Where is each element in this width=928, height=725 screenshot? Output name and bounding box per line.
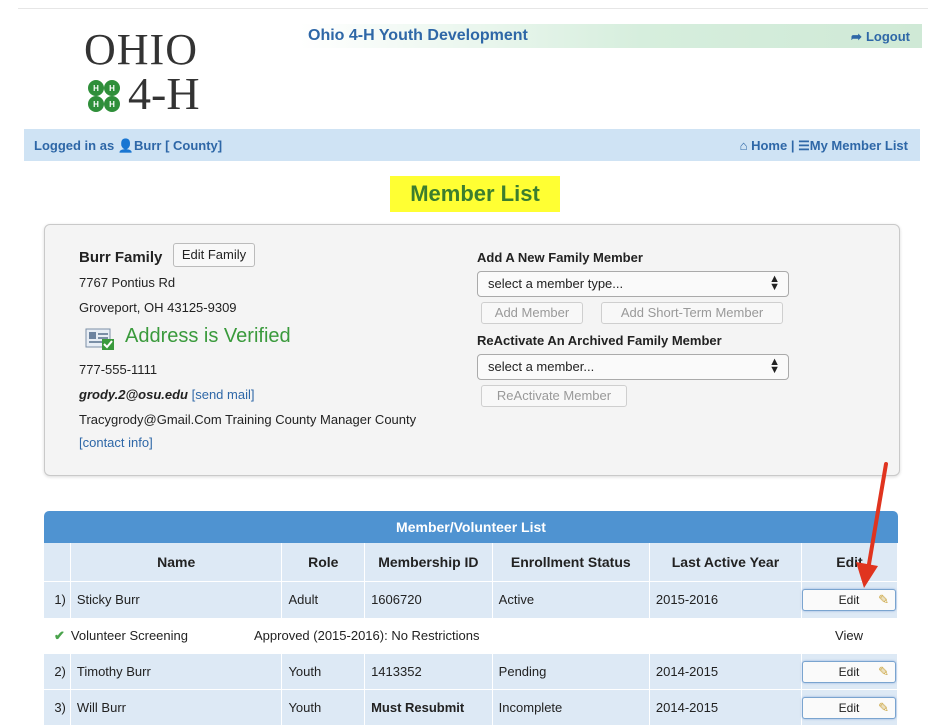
col-membership-id: Membership ID: [365, 543, 493, 582]
edit-label: Edit: [839, 701, 860, 715]
logo-4h-text: 4-H: [128, 70, 200, 118]
membership-id: 1606720: [365, 582, 493, 618]
member-role: Adult: [282, 582, 365, 618]
check-icon: ✔: [54, 628, 65, 643]
row-number: 1): [44, 582, 70, 618]
contact-info-link[interactable]: [contact info]: [79, 435, 153, 450]
member-role: Youth: [282, 690, 365, 725]
edit-label: Edit: [839, 593, 860, 607]
membership-id: 1413352: [365, 654, 493, 690]
col-last-active-year: Last Active Year: [649, 543, 801, 582]
site-title[interactable]: Ohio 4-H Youth Development: [308, 27, 528, 45]
family-city: Groveport, OH 43125-9309: [79, 300, 237, 315]
table-row: 2) Timothy Burr Youth 1413352 Pending 20…: [44, 654, 898, 690]
verified-document-icon: [85, 328, 115, 350]
family-phone: 777-555-1111: [79, 362, 157, 377]
enrollment-status: Incomplete: [492, 690, 649, 725]
edit-member-button[interactable]: Edit ✎: [802, 661, 896, 683]
home-icon: ⌂: [740, 138, 748, 153]
ohio-4h-logo[interactable]: OHIO HHHH 4-H: [84, 28, 224, 118]
list-icon: ☰: [798, 138, 810, 153]
address-verified-text: Address is Verified: [125, 325, 291, 348]
member-name: Sticky Burr: [70, 582, 282, 618]
family-street: 7767 Pontius Rd: [79, 275, 175, 290]
edit-member-button[interactable]: Edit ✎: [802, 697, 896, 719]
my-member-list-link[interactable]: ☰My Member List: [798, 138, 908, 153]
member-role: Youth: [282, 654, 365, 690]
username[interactable]: Burr: [134, 138, 161, 153]
family-name: Burr Family: [79, 249, 162, 266]
select-arrows-icon: ▲▼: [769, 358, 780, 374]
row-number: 2): [44, 654, 70, 690]
last-active-year: 2014-2015: [649, 654, 801, 690]
svg-text:H: H: [93, 84, 99, 93]
family-panel: Burr Family Edit Family 7767 Pontius Rd …: [44, 224, 900, 476]
county-label[interactable]: [ County]: [165, 138, 222, 153]
member-type-select-value: select a member type...: [488, 276, 623, 291]
nav-links: ⌂ Home | ☰My Member List: [740, 138, 908, 154]
member-name: Will Burr: [70, 690, 282, 725]
edit-label: Edit: [839, 665, 860, 679]
home-label: Home: [751, 138, 787, 153]
archived-member-select-value: select a member...: [488, 359, 594, 374]
table-row: 3) Will Burr Youth Must Resubmit Incompl…: [44, 690, 898, 725]
row-number: 3): [44, 690, 70, 725]
logo-ohio-text: OHIO: [84, 28, 198, 72]
add-member-heading: Add A New Family Member: [477, 250, 643, 265]
home-link[interactable]: ⌂ Home: [740, 138, 788, 153]
col-num: [44, 543, 70, 582]
pencil-icon: ✎: [878, 662, 889, 682]
pencil-icon: ✎: [878, 698, 889, 718]
send-mail-link[interactable]: [send mail]: [192, 387, 255, 402]
select-arrows-icon: ▲▼: [769, 275, 780, 291]
clover-icon: HHHH: [84, 76, 124, 116]
reactivate-member-button[interactable]: ReActivate Member: [481, 385, 627, 407]
archived-member-select[interactable]: select a member... ▲▼: [477, 354, 789, 380]
screening-view-link[interactable]: View: [802, 618, 898, 654]
user-icon: 👤: [118, 138, 134, 153]
membership-id: Must Resubmit: [365, 690, 493, 725]
page-title: Member List: [390, 176, 560, 212]
screening-status: Approved (2015-2016): No Restrictions: [254, 628, 479, 643]
top-divider: [18, 8, 928, 9]
screening-label-cell: ✔Volunteer Screening Approved (2015-2016…: [44, 618, 365, 654]
family-note: Tracygrody@Gmail.Com Training County Man…: [79, 412, 416, 427]
table-row: 1) Sticky Burr Adult 1606720 Active 2015…: [44, 582, 898, 618]
screening-label: Volunteer Screening: [71, 628, 188, 643]
screening-row: ✔ Volunteer Screening Approved (2015-2016…: [44, 618, 898, 654]
member-list-header: Member/Volunteer List: [44, 511, 898, 543]
last-active-year: 2014-2015: [649, 690, 801, 725]
svg-text:H: H: [109, 84, 115, 93]
svg-text:H: H: [93, 100, 99, 109]
pencil-icon: ✎: [878, 590, 889, 610]
last-active-year: 2015-2016: [649, 582, 801, 618]
edit-cell: Edit ✎: [802, 690, 898, 725]
logged-in-prefix: Logged in as: [34, 138, 114, 153]
add-short-term-member-button[interactable]: Add Short-Term Member: [601, 302, 783, 324]
col-role: Role: [282, 543, 365, 582]
annotation-arrow: [850, 462, 890, 592]
nav-separator: |: [791, 138, 795, 153]
site-header: Ohio 4-H Youth Development ➦ Logout: [300, 24, 922, 48]
edit-cell: Edit ✎: [802, 654, 898, 690]
member-table: Name Role Membership ID Enrollment Statu…: [44, 543, 898, 725]
add-member-button[interactable]: Add Member: [481, 302, 583, 324]
enrollment-status: Pending: [492, 654, 649, 690]
family-email: grody.2@osu.edu: [79, 387, 188, 402]
logout-icon: ➦: [851, 29, 862, 44]
logged-in-info: Logged in as 👤Burr [ County]: [34, 138, 222, 154]
logout-link[interactable]: ➦ Logout: [851, 29, 910, 45]
logout-label: Logout: [866, 29, 910, 44]
col-name: Name: [70, 543, 282, 582]
reactivate-heading: ReActivate An Archived Family Member: [477, 333, 722, 348]
member-type-select[interactable]: select a member type... ▲▼: [477, 271, 789, 297]
svg-text:H: H: [109, 100, 115, 109]
member-name: Timothy Burr: [70, 654, 282, 690]
nav-bar: Logged in as 👤Burr [ County] ⌂ Home | ☰M…: [24, 129, 920, 161]
family-email-line: grody.2@osu.edu [send mail]: [79, 387, 254, 402]
edit-family-button[interactable]: Edit Family: [173, 243, 255, 267]
col-enrollment-status: Enrollment Status: [492, 543, 649, 582]
my-member-list-label: My Member List: [810, 138, 908, 153]
enrollment-status[interactable]: Active: [492, 582, 649, 618]
